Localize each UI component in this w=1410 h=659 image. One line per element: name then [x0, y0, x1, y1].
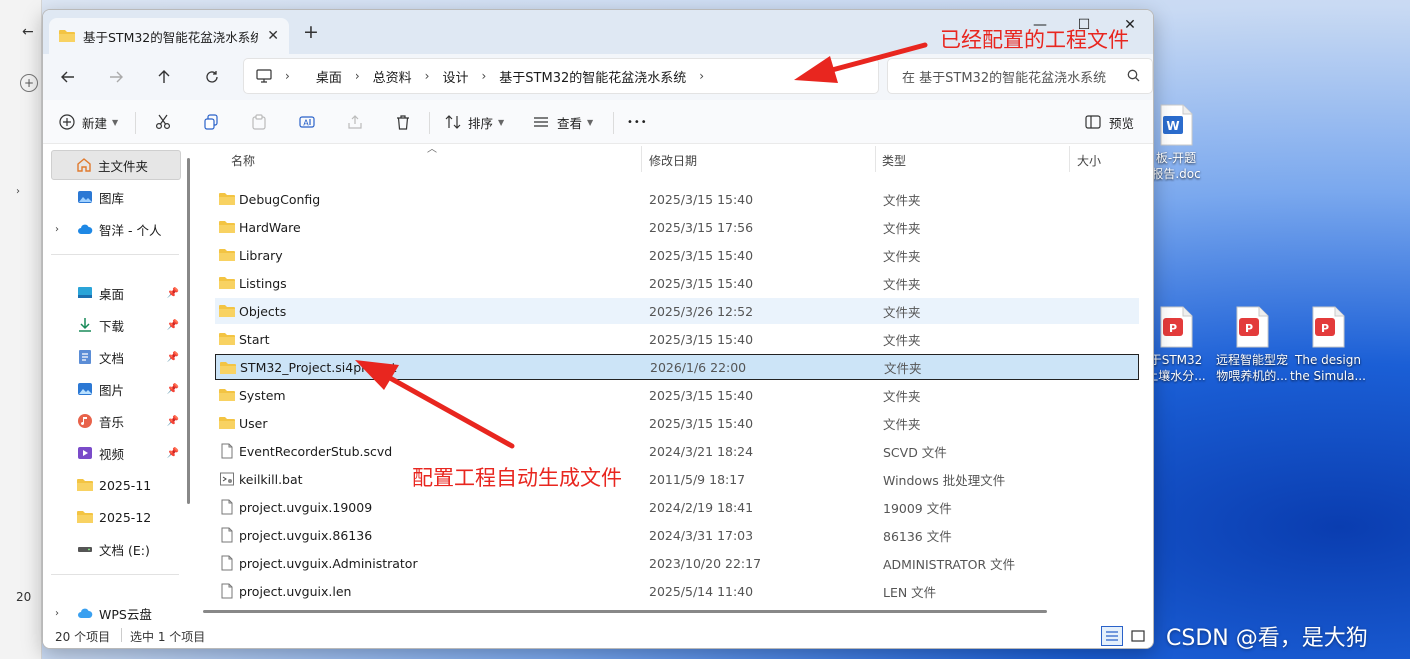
annotation-arrow-middle	[355, 360, 515, 449]
annotation-arrows	[355, 42, 928, 449]
watermark: CSDN @看，是大狗	[1166, 626, 1368, 651]
annotation-arrow-top	[794, 42, 928, 83]
annotation-configured-project: 已经配置的工程文件	[940, 28, 1129, 52]
annotation-auto-generated: 配置工程自动生成文件	[412, 466, 622, 490]
